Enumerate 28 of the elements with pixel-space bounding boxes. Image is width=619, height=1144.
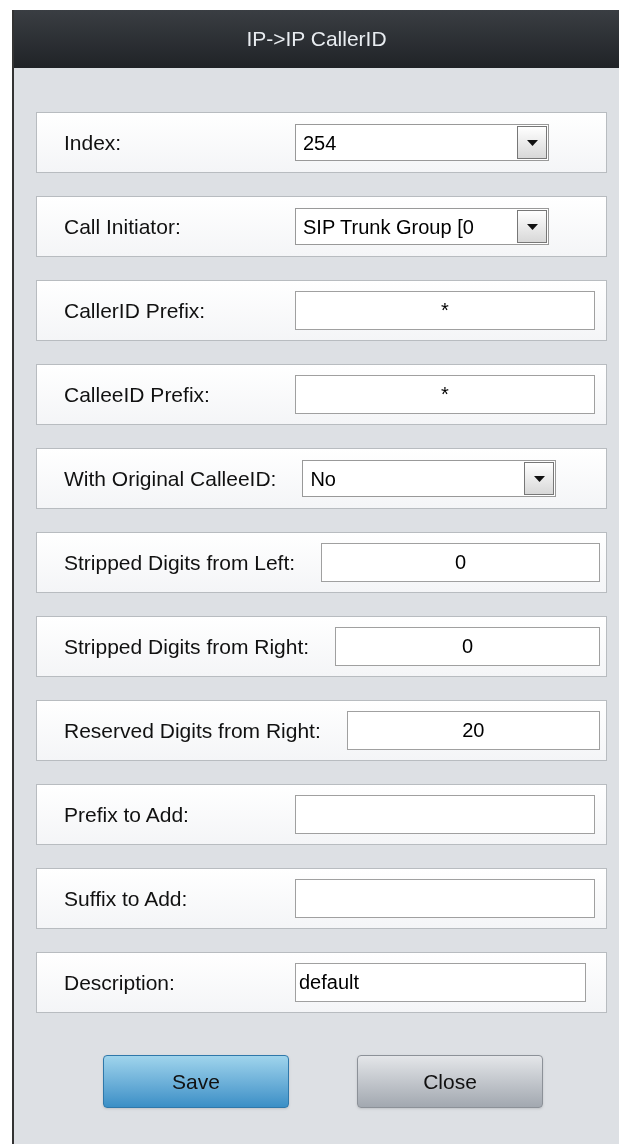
field-label: Description: xyxy=(64,969,176,996)
input-field[interactable]: * xyxy=(295,291,595,330)
field-label: Call Initiator: xyxy=(64,213,182,240)
dropdown-value: No xyxy=(309,466,337,492)
dropdown-value: 254 xyxy=(302,130,338,156)
input-field[interactable]: 0 xyxy=(321,543,600,582)
input-field[interactable]: 0 xyxy=(335,627,600,666)
save-button[interactable]: Save xyxy=(103,1055,289,1108)
field-label: CallerID Prefix: xyxy=(64,297,207,324)
dropdown[interactable]: 254 xyxy=(295,124,549,161)
field-label: CalleeID Prefix: xyxy=(64,381,211,408)
close-button[interactable]: Close xyxy=(357,1055,543,1108)
field-label: Stripped Digits from Right: xyxy=(64,633,310,660)
field-label: Prefix to Add: xyxy=(64,801,190,828)
field-label: Suffix to Add: xyxy=(64,885,189,912)
input-field[interactable] xyxy=(295,795,595,834)
field-label: Index: xyxy=(64,129,123,156)
input-field[interactable] xyxy=(295,879,595,918)
input-field[interactable]: default xyxy=(295,963,586,1002)
input-field[interactable]: 20 xyxy=(346,711,600,750)
window-title: IP->IP CallerID xyxy=(246,26,387,53)
field-label: With Original CalleeID: xyxy=(64,465,277,492)
dropdown[interactable]: SIP Trunk Group [0 xyxy=(295,208,549,245)
input-field[interactable]: * xyxy=(295,375,595,414)
dropdown-value: SIP Trunk Group [0 xyxy=(302,214,475,240)
dropdown[interactable]: No xyxy=(302,460,557,497)
field-label: Stripped Digits from Left: xyxy=(64,549,296,576)
field-label: Reserved Digits from Right: xyxy=(64,717,321,744)
